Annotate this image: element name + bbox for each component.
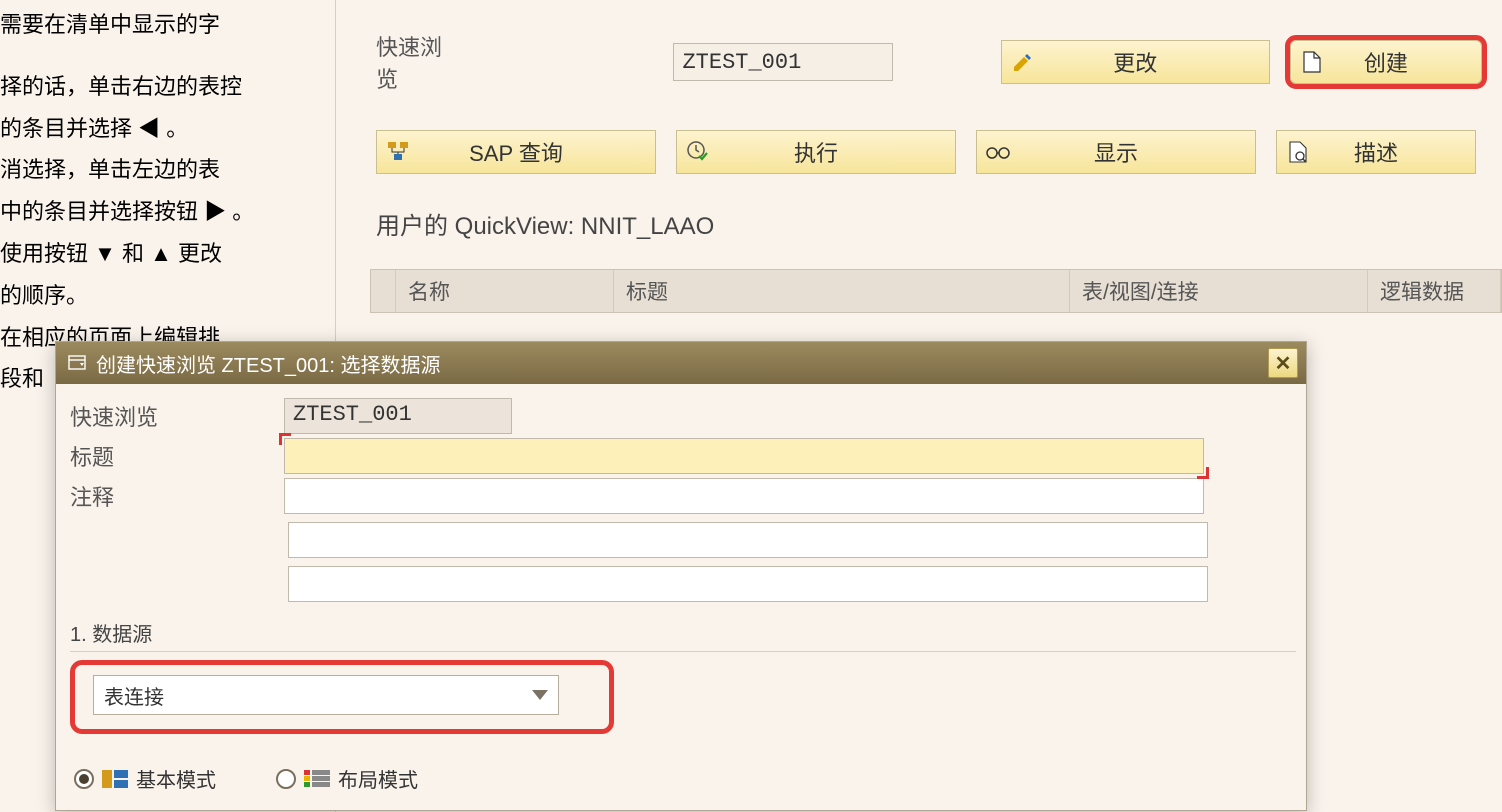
sap-query-button[interactable]: SAP 查询 — [376, 130, 656, 174]
dlg-comment-input[interactable] — [284, 478, 1204, 514]
dlg-quickview-value: ZTEST_001 — [284, 398, 512, 434]
help-line: 中的条目并选择按钮 ▶ 。 — [0, 191, 325, 233]
sap-query-label: SAP 查询 — [469, 136, 563, 168]
dialog-titlebar[interactable]: 创建快速浏览 ZTEST_001: 选择数据源 ✕ — [56, 342, 1306, 384]
table-header: 名称 标题 表/视图/连接 逻辑数据 — [370, 269, 1502, 313]
change-label: 更改 — [1113, 46, 1157, 78]
layout-mode-label: 布局模式 — [338, 764, 418, 793]
dlg-title-label: 标题 — [66, 440, 284, 472]
layout-mode-icon — [304, 770, 330, 788]
quickview-input[interactable] — [673, 43, 893, 81]
basic-mode-radio[interactable]: 基本模式 — [74, 764, 216, 793]
dlg-extra-input-2[interactable] — [288, 566, 1208, 602]
help-line: 消选择，单击左边的表 — [0, 149, 325, 191]
execute-label: 执行 — [794, 136, 838, 168]
pencil-icon — [1010, 49, 1036, 75]
radio-unchecked-icon — [276, 769, 296, 789]
focus-corner-icon — [279, 433, 291, 445]
dlg-extra-input-1[interactable] — [288, 522, 1208, 558]
help-line: 择的话，单击右边的表控 — [0, 66, 325, 108]
change-button[interactable]: 更改 — [1001, 40, 1270, 84]
datasource-select[interactable]: 表连接 — [93, 675, 559, 715]
help-line: 使用按钮 ▼ 和 ▲ 更改 — [0, 233, 325, 275]
layout-mode-radio[interactable]: 布局模式 — [276, 764, 418, 793]
dialog-title-text: 创建快速浏览 ZTEST_001: 选择数据源 — [96, 349, 1268, 378]
radio-checked-icon — [74, 769, 94, 789]
document-search-icon — [1285, 139, 1311, 165]
help-line: 的条目并选择 ◀ 。 — [0, 108, 325, 150]
hierarchy-icon — [385, 139, 411, 165]
datasource-highlight-box: 表连接 — [70, 660, 614, 734]
datasource-selected-value: 表连接 — [104, 681, 164, 710]
create-button[interactable]: 创建 — [1290, 40, 1482, 84]
basic-mode-icon — [102, 770, 128, 788]
new-document-icon — [1299, 49, 1325, 75]
dlg-quickview-label: 快速浏览 — [66, 400, 284, 432]
table-corner — [371, 270, 396, 312]
col-logic[interactable]: 逻辑数据 — [1368, 270, 1501, 312]
help-line: 的顺序。 — [0, 275, 325, 317]
col-title[interactable]: 标题 — [614, 270, 1070, 312]
datasource-section-title: 1. 数据源 — [70, 618, 1296, 652]
user-quickview-heading: 用户的 QuickView: NNIT_LAAO — [336, 194, 1502, 269]
focus-corner-icon — [1197, 467, 1209, 479]
display-button[interactable]: 显示 — [976, 130, 1256, 174]
execute-button[interactable]: 执行 — [676, 130, 956, 174]
quickview-label: 快速浏览 — [376, 30, 461, 94]
basic-mode-label: 基本模式 — [136, 764, 216, 793]
create-quickview-dialog: 创建快速浏览 ZTEST_001: 选择数据源 ✕ 快速浏览 ZTEST_001… — [55, 341, 1307, 811]
display-label: 显示 — [1094, 136, 1138, 168]
dlg-title-input[interactable] — [284, 438, 1204, 474]
dialog-close-button[interactable]: ✕ — [1268, 348, 1298, 378]
clock-check-icon — [685, 139, 711, 165]
describe-label: 描述 — [1354, 136, 1398, 168]
help-line: 需要在清单中显示的字 — [0, 4, 325, 46]
dialog-body: 快速浏览 ZTEST_001 标题 注释 1. 数据源 表连接 — [56, 384, 1306, 793]
describe-button[interactable]: 描述 — [1276, 130, 1476, 174]
close-icon: ✕ — [1275, 351, 1292, 376]
chevron-down-icon — [532, 690, 548, 700]
create-label: 创建 — [1364, 46, 1408, 78]
glasses-icon — [985, 139, 1011, 165]
dialog-title-icon — [66, 352, 88, 374]
dlg-comment-label: 注释 — [66, 480, 284, 512]
col-table[interactable]: 表/视图/连接 — [1070, 270, 1368, 312]
col-name[interactable]: 名称 — [396, 270, 614, 312]
